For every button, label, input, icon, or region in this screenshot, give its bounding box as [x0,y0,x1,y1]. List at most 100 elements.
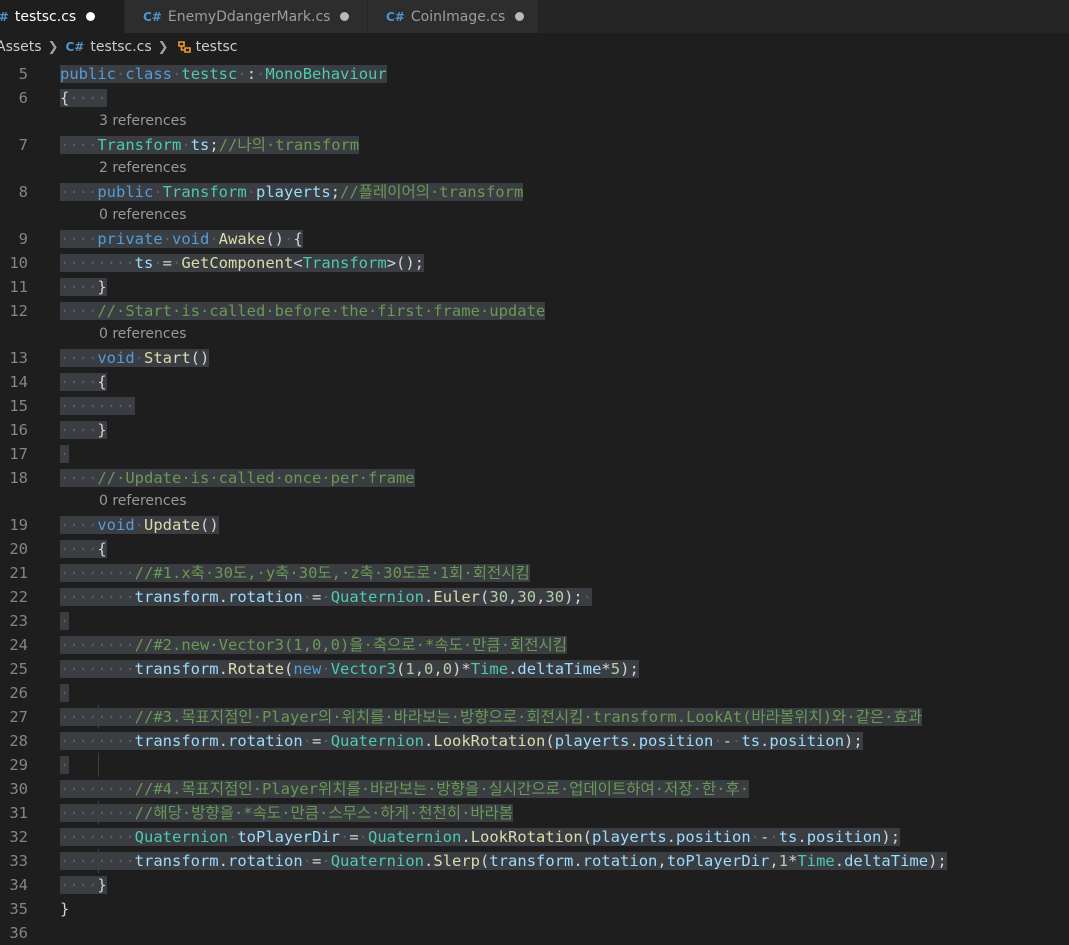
code-line[interactable]: {···· [60,86,107,110]
code-line[interactable]: ········//#4.목표지점인·Player위치를·바라보는·방향을·실시… [60,777,750,801]
editor-tab-bar: C# testsc.cs C# EnemyDdangerMark.cs C# CoinIm… [0,0,1069,33]
breadcrumb-folder[interactable]: Assets [0,39,42,55]
code-line[interactable]: ········//#2.new·Vector3(1,0,0)을·축으로·*속도… [60,633,568,657]
code-line[interactable]: ····void·Update() [60,513,219,537]
unsaved-dot-icon[interactable] [340,12,350,21]
selection-highlight: ········transform.rotation·=·Quaternion.… [60,588,593,606]
line-number: 26 [9,684,28,702]
selection-highlight: ····Transform·ts;//나의·transform [60,136,360,154]
selection-highlight: ····//·Start·is·called·before·the·first·… [60,302,546,320]
csharp-file-icon: C# [0,10,9,24]
unsaved-dot-icon[interactable] [515,12,525,21]
line-number: 25 [9,660,28,678]
code-line[interactable]: ····Transform·ts;//나의·transform [60,133,360,157]
line-number: 32 [9,828,28,846]
code-line[interactable]: ········//#1.x축·30도,·y축·30도,·z축·30도로·1회·… [60,561,530,585]
code-line[interactable]: · [60,442,70,466]
line-number: 31 [9,804,28,822]
line-number: 22 [9,588,28,606]
codelens-references[interactable]: 3 references [99,111,187,131]
selection-highlight: ····private·void·Awake()·{ [60,230,303,248]
line-number: 11 [9,278,28,296]
line-number: 10 [9,254,28,272]
code-line[interactable]: · [60,681,70,705]
code-line[interactable]: ····void·Start() [60,346,210,370]
code-line[interactable]: · [60,753,70,777]
indent-guide [98,849,99,873]
indent-guide [98,753,99,777]
code-line[interactable]: ········Quaternion·toPlayerDir·=·Quatern… [60,825,901,849]
line-number: 5 [18,65,28,83]
line-number: 35 [9,900,28,918]
codelens-references[interactable]: 0 references [99,324,187,344]
code-line[interactable]: ····private·void·Awake()·{ [60,227,303,251]
code-line[interactable]: ····{ [60,370,107,394]
selection-highlight: ········//#1.x축·30도,·y축·30도,·z축·30도로·1회·… [60,564,530,582]
line-number: 6 [18,89,28,107]
code-line[interactable]: ····//·Start·is·called·before·the·first·… [60,299,546,323]
line-number: 27 [9,708,28,726]
selection-highlight: · [60,684,70,702]
codelens-references[interactable]: 0 references [99,491,187,511]
code-line[interactable]: ········ [60,394,135,418]
line-number: 14 [9,373,28,391]
breadcrumb-symbol[interactable]: testsc [196,39,238,55]
code-line[interactable]: public·class·testsc·:·MonoBehaviour [60,62,387,86]
selection-highlight: ········transform.rotation·=·Quaternion.… [60,732,863,750]
selection-highlight: ········//#4.목표지점인·Player위치를·바라보는·방향을·실시… [60,780,750,798]
code-line[interactable]: ····{ [60,537,107,561]
selection-highlight: ········//해당·방향을·*속도·만큼·스무스·하게·천천히·바라봄 [60,804,514,822]
line-number: 34 [9,876,28,894]
tab-label: CoinImage.cs [410,8,506,25]
codelens-references[interactable]: 2 references [99,158,187,178]
selection-highlight: ····{ [60,540,107,558]
code-line[interactable]: ····} [60,873,107,897]
code-line[interactable]: ········transform.Rotate(new·Vector3(1,0… [60,657,639,681]
selection-highlight: ····void·Update() [60,516,219,534]
line-number: 19 [9,516,28,534]
code-line[interactable]: ········ts·=·GetComponent<Transform>(); [60,251,425,275]
code-editor[interactable]: 5 public·class·testsc·:·MonoBehaviour 6 {··… [0,62,1069,942]
breadcrumb-file[interactable]: testsc.cs [90,39,151,55]
line-number: 16 [9,421,28,439]
line-number: 24 [9,636,28,654]
line-number: 33 [9,852,28,870]
code-line[interactable]: ········//#3.목표지점인·Player의·위치를·바라보는·방향으로… [60,705,922,729]
line-number: 8 [18,183,28,201]
code-line[interactable]: } [60,897,69,921]
line-number: 7 [18,136,28,154]
unsaved-dot-icon[interactable] [86,12,96,21]
tab-label: EnemyDdangerMark.cs [167,8,331,25]
csharp-file-icon: C# [65,40,85,54]
line-number: 9 [18,230,28,248]
tab-testsc-cs[interactable]: C# testsc.cs [0,0,125,33]
chevron-right-icon: ❯ [47,39,59,55]
chevron-right-icon: ❯ [157,39,169,55]
code-line[interactable]: ····} [60,418,107,442]
selection-highlight: ········Quaternion·toPlayerDir·=·Quatern… [60,828,901,846]
code-line[interactable]: ········transform.rotation·=·Quaternion.… [60,729,863,753]
class-symbol-icon [176,39,192,55]
code-line[interactable]: ····public·Transform·playerts;//플레이어의·tr… [60,180,524,204]
code-line[interactable]: ····//·Update·is·called·once·per·frame [60,466,415,490]
code-line[interactable]: ····} [60,275,107,299]
selection-highlight: ····public·Transform·playerts;//플레이어의·tr… [60,183,524,201]
line-number: 29 [9,756,28,774]
code-line[interactable]: ········//해당·방향을·*속도·만큼·스무스·하게·천천히·바라봄 [60,801,514,825]
selection-highlight: ····} [60,876,107,894]
breadcrumb: Assets ❯ C# testsc.cs ❯ testsc [0,33,1069,61]
code-line[interactable]: ········transform.rotation·=·Quaternion.… [60,585,593,609]
codelens-references[interactable]: 0 references [99,205,187,225]
selection-highlight: · [60,612,70,630]
tab-enemyddangermark-cs[interactable]: C# EnemyDdangerMark.cs [125,0,368,33]
selection-highlight: ········//#3.목표지점인·Player의·위치를·바라보는·방향으로… [60,708,922,726]
line-number: 12 [9,302,28,320]
line-number: 13 [9,349,28,367]
code-line[interactable]: ········transform.rotation·=·Quaternion.… [60,849,947,873]
selection-highlight: ····} [60,421,107,439]
tab-label: testsc.cs [14,8,77,25]
tab-coinimage-cs[interactable]: C# CoinImage.cs [368,0,539,33]
selection-highlight: ········transform.rotation·=·Quaternion.… [60,852,947,870]
line-number: 23 [9,612,28,630]
code-line[interactable]: · [60,609,70,633]
